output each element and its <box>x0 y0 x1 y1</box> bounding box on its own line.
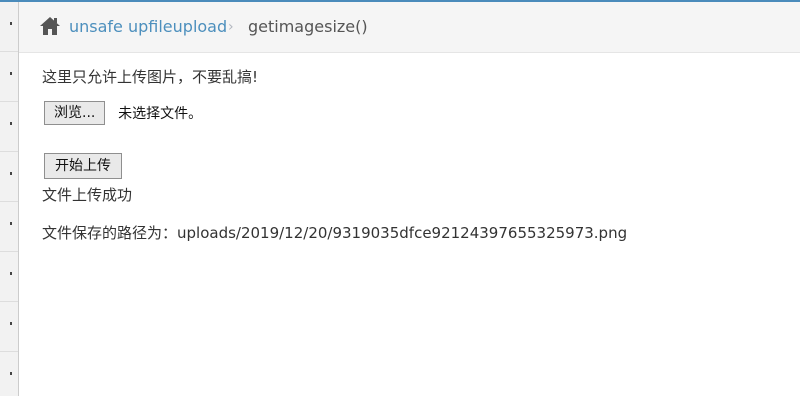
upload-success-message: 文件上传成功 <box>42 186 133 204</box>
sidebar <box>0 2 19 396</box>
sidebar-item[interactable] <box>0 302 18 352</box>
saved-path-message: 文件保存的路径为：uploads/2019/12/20/9319035dfce9… <box>42 224 628 242</box>
page: unsafe upfileupload › getimagesize() 这里只… <box>0 0 800 396</box>
sidebar-item[interactable] <box>0 102 18 152</box>
breadcrumb-separator-icon: › <box>228 19 234 35</box>
chevron-icon <box>10 122 12 125</box>
file-input[interactable]: 浏览... 未选择文件。 <box>44 101 202 127</box>
chevron-icon <box>10 272 12 275</box>
sidebar-item[interactable] <box>0 352 18 396</box>
chevron-icon <box>10 22 12 25</box>
sidebar-item[interactable] <box>0 52 18 102</box>
sidebar-item[interactable] <box>0 252 18 302</box>
chevron-icon <box>10 172 12 175</box>
file-status-text: 未选择文件。 <box>118 106 203 122</box>
start-upload-button[interactable]: 开始上传 <box>44 153 122 179</box>
sidebar-item[interactable] <box>0 2 18 52</box>
home-icon[interactable] <box>39 16 61 36</box>
sidebar-item[interactable] <box>0 152 18 202</box>
chevron-icon <box>10 72 12 75</box>
chevron-icon <box>10 322 12 325</box>
chevron-icon <box>10 372 12 375</box>
breadcrumb-current-page: getimagesize() <box>248 17 368 36</box>
upload-notice: 这里只允许上传图片，不要乱搞! <box>42 68 259 86</box>
sidebar-item[interactable] <box>0 202 18 252</box>
browse-button[interactable]: 浏览... <box>44 101 106 125</box>
breadcrumb-link-upfileupload[interactable]: unsafe upfileupload <box>69 17 227 36</box>
breadcrumb: unsafe upfileupload › getimagesize() <box>19 2 800 53</box>
chevron-icon <box>10 222 12 225</box>
